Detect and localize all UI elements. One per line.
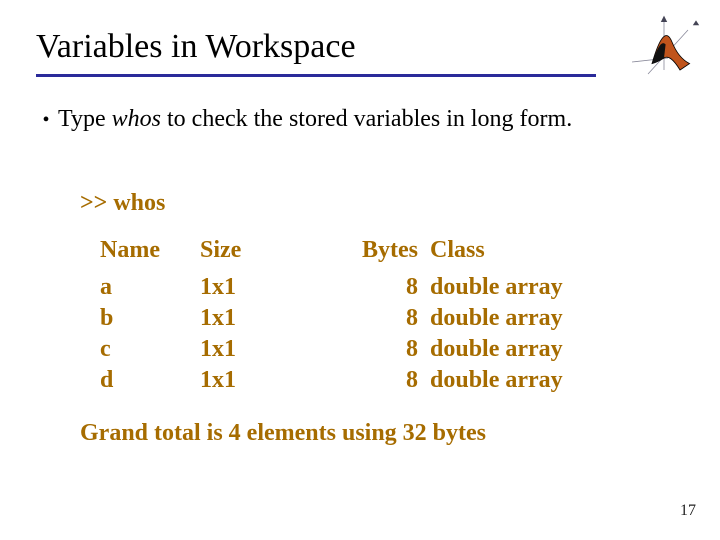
- whos-table: a 1x1 8 double array b 1x1 8 double arra…: [100, 274, 600, 394]
- table-cell: 8: [340, 305, 430, 332]
- table-cell: 1x1: [200, 305, 340, 332]
- code-prompt: >> whos: [80, 190, 600, 217]
- matlab-logo-icon: [624, 14, 704, 78]
- bullet-text-before: Type: [58, 106, 112, 132]
- table-cell: 8: [340, 336, 430, 363]
- table-cell: b: [100, 305, 200, 332]
- table-cell: double array: [430, 305, 600, 332]
- table-cell: 8: [340, 367, 430, 394]
- bullet-command: whos: [112, 106, 161, 132]
- whos-header-row: Name Size Bytes Class: [100, 237, 600, 264]
- code-output: >> whos Name Size Bytes Class a 1x1 8 do…: [80, 190, 600, 447]
- col-class-header: Class: [430, 237, 600, 264]
- col-size-header: Size: [200, 237, 340, 264]
- slide: Variables in Workspace • Type whos to ch…: [0, 0, 720, 540]
- bullet-text: Type whos to check the stored variables …: [58, 106, 572, 133]
- table-cell: 1x1: [200, 336, 340, 363]
- bullet-dot-icon: •: [34, 109, 58, 132]
- table-cell: a: [100, 274, 200, 301]
- col-name-header: Name: [100, 237, 200, 264]
- table-cell: 1x1: [200, 367, 340, 394]
- title-underline: [36, 74, 596, 77]
- page-number: 17: [680, 502, 696, 520]
- table-cell: d: [100, 367, 200, 394]
- col-bytes-header: Bytes: [340, 237, 430, 264]
- table-cell: double array: [430, 274, 600, 301]
- table-cell: double array: [430, 367, 600, 394]
- table-cell: double array: [430, 336, 600, 363]
- table-cell: 1x1: [200, 274, 340, 301]
- table-cell: c: [100, 336, 200, 363]
- slide-title: Variables in Workspace: [36, 28, 356, 72]
- bullet-item: • Type whos to check the stored variable…: [34, 106, 572, 133]
- grand-total: Grand total is 4 elements using 32 bytes: [80, 420, 600, 447]
- bullet-text-after: to check the stored variables in long fo…: [161, 106, 572, 132]
- table-cell: 8: [340, 274, 430, 301]
